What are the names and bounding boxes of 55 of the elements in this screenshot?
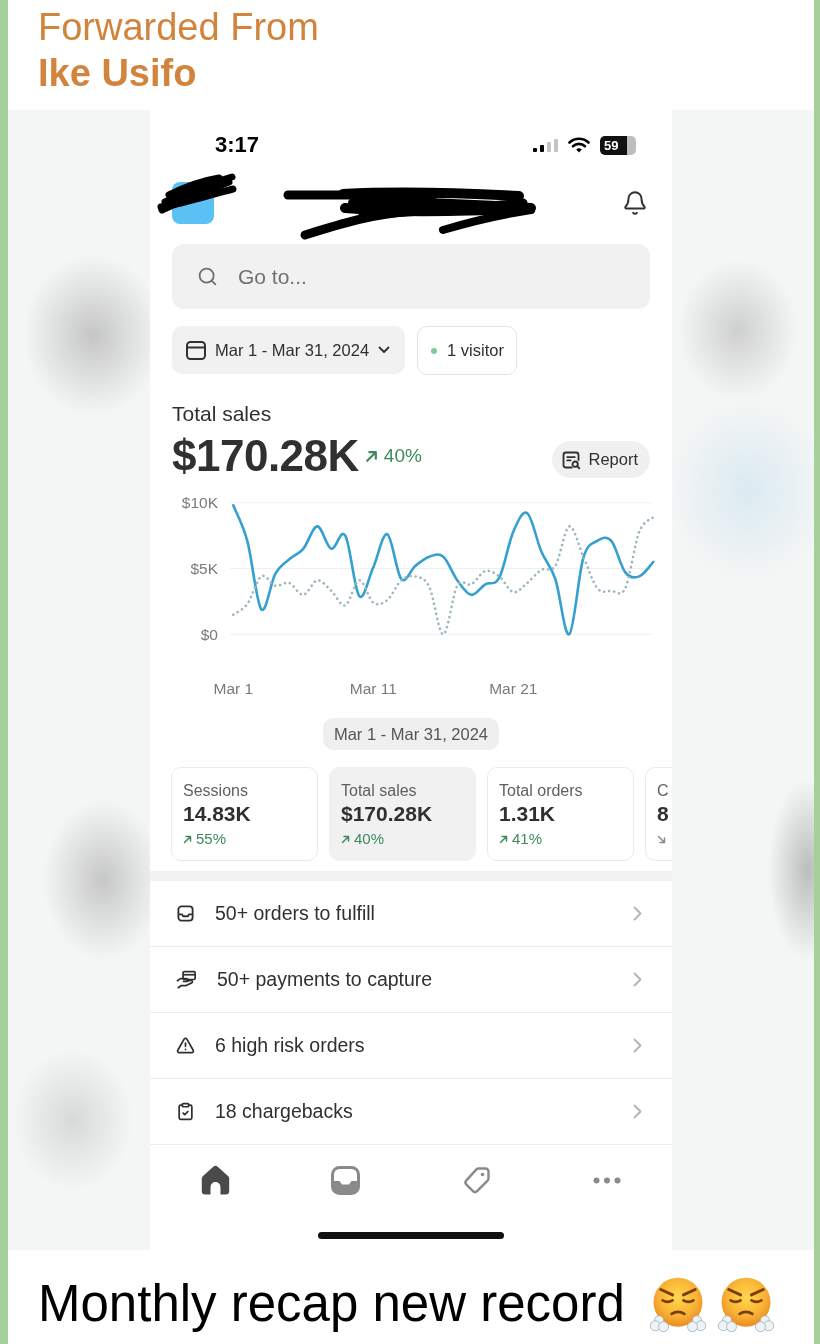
chevron-right-icon (633, 972, 642, 987)
metric-label: Sessions (183, 781, 248, 800)
more-icon[interactable] (592, 1176, 621, 1184)
total-sales-label: Total sales (172, 402, 272, 426)
x-axis-label: Mar 11 (349, 680, 397, 698)
calendar-icon (186, 340, 206, 360)
metric-change: 55% (196, 830, 227, 848)
visitors-button[interactable]: 1 visitor (417, 326, 517, 375)
date-range-button[interactable]: Mar 1 - Mar 31, 2024 (172, 326, 406, 374)
metric-card[interactable]: Sessions 14.83K 55% (171, 767, 318, 861)
forwarded-from-label: Forwarded From (38, 5, 319, 50)
search-icon (197, 266, 218, 287)
clipboard-check-icon (176, 1102, 195, 1121)
chevron-right-icon (633, 1104, 642, 1119)
search-field[interactable]: Go to... (172, 244, 650, 309)
message-text: Monthly recap new record (38, 1275, 625, 1333)
metric-value: 14.83K (183, 802, 251, 826)
report-button[interactable]: Report (552, 441, 650, 478)
total-sales-value: $170.28K (172, 432, 359, 480)
wifi-icon (568, 137, 590, 153)
chevron-right-icon (633, 906, 642, 921)
chart-date-range: Mar 1 - Mar 31, 2024 (322, 718, 500, 750)
x-axis-label: Mar 21 (489, 680, 538, 698)
home-icon[interactable] (200, 1165, 230, 1195)
chevron-down-icon (378, 346, 391, 354)
sales-change: 40% (383, 445, 422, 467)
metric-card[interactable]: C 8 (645, 767, 672, 861)
metric-card[interactable]: Total sales $170.28K 40% (329, 767, 476, 861)
metric-card[interactable]: Total orders 1.31K 41% (487, 767, 634, 861)
chevron-right-icon (633, 1038, 642, 1053)
metric-change: 40% (354, 830, 385, 848)
inbox-icon[interactable] (331, 1165, 361, 1195)
y-axis-label: $5K (190, 559, 218, 577)
metric-label: Total orders (499, 781, 583, 800)
metric-value: 8 (657, 802, 669, 826)
metric-change: 41% (512, 830, 543, 848)
status-time: 3:17 (215, 131, 260, 159)
x-axis-label: Mar 1 (213, 680, 254, 698)
warning-icon (176, 1036, 195, 1055)
metric-value: $170.28K (341, 802, 433, 826)
report-search-icon (561, 449, 582, 470)
huffing-face-emoji-icon (648, 1275, 707, 1333)
tag-icon[interactable] (461, 1165, 491, 1195)
signal-icon (533, 138, 558, 152)
bell-icon[interactable] (622, 190, 648, 216)
battery-indicator: 59 (600, 135, 636, 155)
tray-icon (176, 904, 195, 923)
huffing-face-emoji-icon (716, 1275, 775, 1333)
y-axis-label: $0 (200, 625, 218, 643)
y-axis-label: $10K (181, 494, 218, 512)
live-status-dot-icon (431, 347, 438, 354)
metric-value: 1.31K (499, 802, 556, 826)
metric-label: C (657, 781, 669, 800)
hand-with-card-icon (176, 970, 197, 989)
metric-label: Total sales (341, 781, 417, 800)
